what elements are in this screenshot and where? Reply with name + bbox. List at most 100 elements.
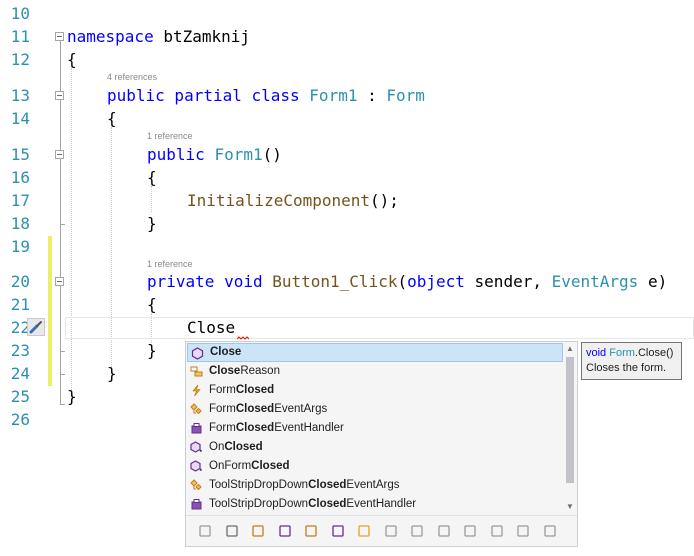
line-number: 23 (10, 341, 30, 360)
constructor-name: Form1 (214, 145, 263, 164)
enum-icon (190, 365, 203, 378)
line-number: 15 (10, 145, 30, 164)
outline-end (60, 404, 65, 405)
class-icon (190, 479, 203, 492)
outline-end (60, 224, 65, 225)
code-line: { (147, 295, 157, 314)
method-icon (191, 347, 204, 360)
delegate-filter-icon[interactable] (331, 524, 345, 538)
completion-item-prefix: ToolStripDropDown (209, 498, 309, 510)
codelens-references[interactable]: 1 reference (147, 131, 193, 142)
change-marker (48, 236, 52, 386)
keyword: public (147, 145, 205, 164)
type-name: Form (609, 347, 635, 359)
line-number: 17 (10, 191, 30, 210)
completion-filter-bar (186, 515, 577, 546)
quick-actions-button[interactable] (27, 318, 45, 336)
type-name: EventArgs (551, 272, 639, 291)
punctuation: ( (397, 272, 408, 291)
tooltip-description: Closes the form. (586, 362, 667, 374)
method-call: InitializeComponent (187, 191, 371, 210)
completion-item-prefix: ToolStripDropDown (209, 479, 309, 491)
line-number: 19 (10, 237, 30, 256)
event-filter-icon[interactable] (357, 524, 371, 538)
line-number: 25 (10, 387, 30, 406)
codelens-references[interactable]: 1 reference (147, 259, 193, 270)
line-number: 18 (10, 214, 30, 233)
completion-item-prefix: OnForm (209, 460, 252, 472)
completion-item-prefix: Form (209, 422, 236, 434)
completion-item[interactable]: CloseReason (187, 362, 563, 381)
method-name: Button1_Click (272, 272, 398, 291)
class-name: Form1 (309, 86, 358, 105)
code-line: } (107, 364, 117, 383)
completion-item[interactable]: FormClosedEventHandler (187, 419, 563, 438)
completion-item-match: Closed (235, 403, 275, 415)
key-filter-icon[interactable] (516, 524, 530, 538)
completion-item-match: Closed (224, 441, 263, 453)
completion-item[interactable]: OnFormClosed (187, 457, 563, 476)
completion-item[interactable]: OnClosed (187, 438, 563, 457)
code-line: { (67, 50, 77, 69)
enum-filter-icon[interactable] (251, 524, 265, 538)
completion-item-suffix: EventArgs (346, 479, 400, 491)
method-filter-icon[interactable] (278, 524, 292, 538)
completion-item[interactable]: ToolStripDropDownClosedEventArgs (187, 476, 563, 495)
completion-item[interactable]: ToolStripDropDownClosedEventHandler (187, 495, 563, 514)
punctuation: : (357, 86, 387, 105)
completion-scrollbar[interactable]: ▲ ▼ (564, 343, 576, 513)
class-filter-icon[interactable] (304, 524, 318, 538)
completion-item[interactable]: Close (187, 343, 563, 362)
code-line: private void Button1_Click(object sender… (147, 272, 667, 292)
keyword: void (586, 347, 607, 359)
completion-item-match: Closed (235, 384, 275, 396)
completion-item-match: Closed (308, 479, 347, 491)
wrench-filter-icon[interactable] (225, 524, 239, 538)
struct-filter-icon[interactable] (463, 524, 477, 538)
line-number: 11 (10, 27, 30, 46)
completion-item-prefix: Form (209, 384, 236, 396)
protected-method-icon (190, 460, 203, 473)
completion-item-prefix: Form (209, 403, 236, 415)
scroll-thumb[interactable] (566, 357, 574, 483)
code-line: InitializeComponent(); (187, 191, 399, 211)
screwdriver-icon (28, 320, 44, 339)
tooltip-signature: void Form.Close() (586, 346, 677, 361)
code-line: { (147, 168, 157, 187)
outline-end (60, 374, 65, 375)
class-icon (190, 403, 203, 416)
codelens-references[interactable]: 4 references (107, 72, 157, 83)
indent-guide (71, 68, 72, 390)
code-line: namespace btZamknij (67, 27, 250, 47)
completion-item-match: Close (210, 346, 242, 358)
keyword: public partial class (107, 86, 300, 105)
scroll-down-icon[interactable]: ▼ (564, 501, 576, 513)
punctuation: () (262, 145, 282, 164)
namespace-name: btZamknij (153, 27, 251, 46)
interface-filter-icon[interactable] (490, 524, 504, 538)
typed-text[interactable]: Close (187, 318, 235, 338)
intellisense-completion-list[interactable]: Close CloseReason FormClosed FormClosedEven… (185, 341, 578, 547)
scroll-up-icon[interactable]: ▲ (564, 343, 576, 355)
completion-item[interactable]: FormClosed (187, 381, 563, 400)
line-number: 16 (10, 168, 30, 187)
module-filter-icon[interactable] (543, 524, 557, 538)
collapse-class-toggle[interactable] (55, 91, 64, 100)
line-number: 13 (10, 86, 30, 105)
line-number: 21 (10, 295, 30, 314)
completion-item-suffix: EventHandler (346, 498, 417, 510)
outline-end (60, 351, 65, 352)
completion-item-match: Closed (235, 422, 275, 434)
collapse-namespace-toggle[interactable] (55, 32, 64, 41)
namespace-filter-icon[interactable] (437, 524, 451, 538)
snippet-filter-icon[interactable] (198, 524, 212, 538)
collapse-constructor-toggle[interactable] (55, 150, 64, 159)
field-filter-icon[interactable] (384, 524, 398, 538)
collapse-method-toggle[interactable] (55, 277, 64, 286)
completion-item[interactable]: FormClosedEventArgs (187, 400, 563, 419)
completion-item-match: Close (209, 365, 241, 377)
completion-item-prefix: On (209, 441, 225, 453)
code-line: } (67, 387, 77, 406)
property-filter-icon[interactable] (410, 524, 424, 538)
completion-item-match: Closed (251, 460, 290, 472)
